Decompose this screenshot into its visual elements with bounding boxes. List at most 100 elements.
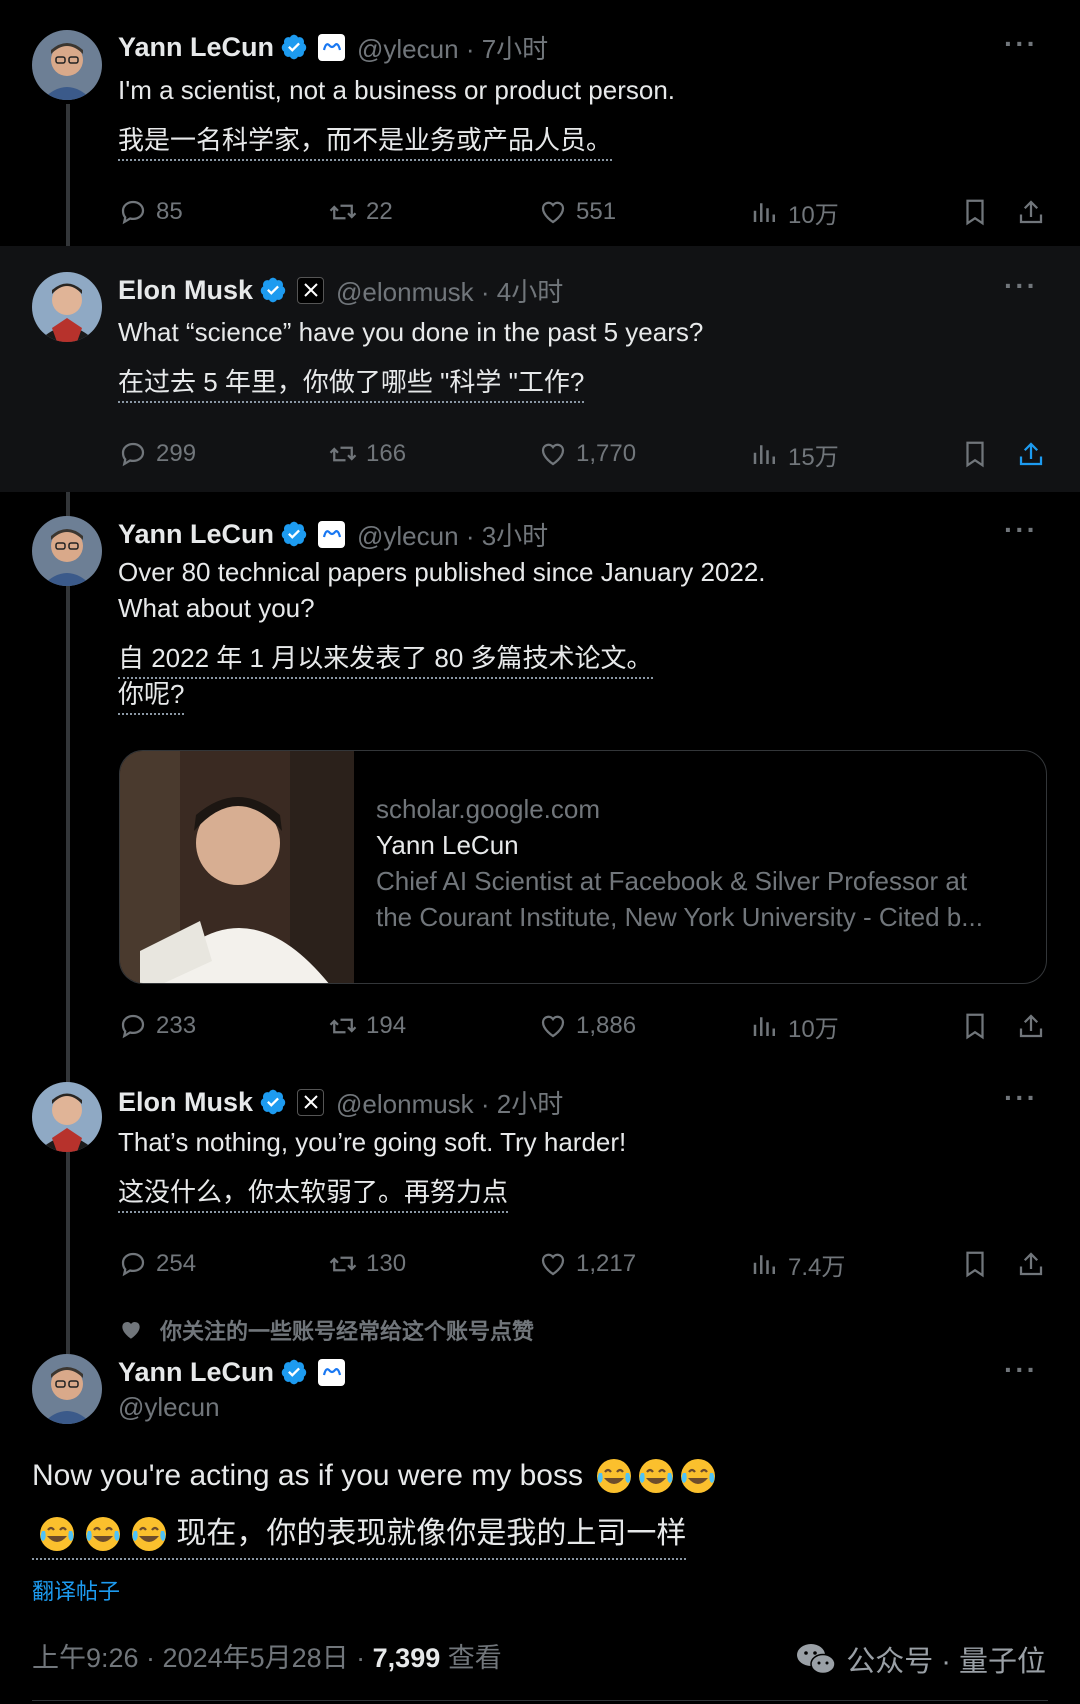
author-handle-time[interactable]: @ylecun · 7小时 [357,29,548,66]
tweet-actions: 85 22 551 10万 [118,192,1048,232]
reply-button[interactable]: 254 [118,1244,196,1284]
tweet-header: Yann LeCun @ylecun · 7小时 [118,27,548,67]
views-button[interactable]: 7.4万 [750,1244,845,1284]
translate-post-link[interactable]: 翻译帖子 [32,1574,120,1606]
x-logo-icon[interactable] [297,276,325,304]
tweet-text: That’s nothing, you’re going soft. Try h… [118,1127,627,1157]
main-tweet-translation: 现在，你的表现就像你是我的上司一样 [32,1512,687,1560]
like-button[interactable]: 1,770 [538,434,636,474]
share-icon[interactable] [1016,192,1046,232]
author-handle-time[interactable]: @elonmusk · 4小时 [336,272,563,309]
views-count: 7,399 [372,1643,441,1673]
author-name[interactable]: Yann LeCun [118,519,274,550]
tears-of-joy-emoji-icon [38,1515,76,1553]
link-title: Yann LeCun [376,830,519,860]
wechat-icon [797,1644,836,1675]
main-tweet-text: Now you're acting as if you were my boss [32,1454,717,1498]
link-description: the Courant Institute, New York Universi… [376,902,983,932]
tears-of-joy-emoji-icon [637,1457,675,1495]
more-options-icon[interactable]: ··· [1004,1082,1038,1114]
tweet-text: What “science” have you done in the past… [118,317,704,347]
avatar[interactable] [32,1082,102,1152]
verified-badge-icon [259,1088,287,1116]
author-name[interactable]: Yann LeCun [118,32,274,63]
verified-badge-icon [280,33,308,61]
author-handle-time[interactable]: @elonmusk · 2小时 [336,1084,563,1121]
verified-badge-icon [280,520,308,548]
post-meta: 上午9:26 · 2024年5月28日 · 7,399 查看 [32,1636,502,1675]
link-preview-image [120,751,354,983]
social-context: 你关注的一些账号经常给这个账号点赞 [118,1314,534,1346]
meta-logo-icon[interactable] [318,520,346,548]
views-button[interactable]: 10万 [750,1006,839,1046]
author-handle-time[interactable]: @ylecun · 3小时 [357,516,548,553]
tears-of-joy-emoji-icon [595,1457,633,1495]
bookmark-icon[interactable] [960,1006,990,1046]
tweet-translation: 自 2022 年 1 月以来发表了 80 多篇技术论文。 你呢? [118,640,653,715]
link-domain: scholar.google.com [376,794,601,824]
link-preview-body: scholar.google.com Yann LeCun Chief AI S… [354,751,983,983]
more-options-icon[interactable]: ··· [1004,28,1038,60]
tweet[interactable]: Elon Musk @elonmusk · 2小时 ··· That’s not… [0,1062,1080,1302]
like-button[interactable]: 1,886 [538,1006,636,1046]
tweet-translation: 这没什么，你太软弱了。再努力点 [118,1174,509,1213]
tweet-header: Elon Musk @elonmusk · 4小时 [118,270,563,310]
tweet-translation: 在过去 5 年里，你做了哪些 "科学 "工作? [118,364,585,403]
tears-of-joy-emoji-icon [679,1457,717,1495]
retweet-button[interactable]: 194 [328,1006,406,1046]
meta-logo-icon[interactable] [318,33,346,61]
like-button[interactable]: 1,217 [538,1244,636,1284]
bookmark-icon[interactable] [960,1244,990,1284]
more-options-icon[interactable]: ··· [1004,514,1038,546]
author-name[interactable]: Elon Musk [118,1087,253,1118]
more-options-icon[interactable]: ··· [1004,1354,1038,1386]
retweet-button[interactable]: 22 [328,192,393,232]
main-tweet-header: Yann LeCun [118,1352,346,1392]
share-icon[interactable] [1016,1244,1046,1284]
avatar[interactable] [32,30,102,100]
views-button[interactable]: 10万 [750,192,839,232]
retweet-button[interactable]: 166 [328,434,406,474]
share-icon[interactable] [1016,434,1046,474]
avatar[interactable] [32,1354,102,1424]
share-icon[interactable] [1016,1006,1046,1046]
more-options-icon[interactable]: ··· [1004,270,1038,302]
link-preview-card[interactable]: scholar.google.com Yann LeCun Chief AI S… [119,750,1047,984]
tears-of-joy-emoji-icon [130,1515,168,1553]
reply-button[interactable]: 233 [118,1006,196,1046]
tweet[interactable]: Yann LeCun @ylecun · 7小时 ··· I'm a scien… [0,0,1080,246]
bookmark-icon[interactable] [960,192,990,232]
avatar[interactable] [32,516,102,586]
verified-badge-icon [280,1358,308,1386]
author-name[interactable]: Yann LeCun [118,1357,274,1388]
tweet[interactable]: Elon Musk @elonmusk · 4小时 ··· What “scie… [0,246,1080,492]
watermark: 公众号 · 量子位 [796,1638,1046,1680]
reply-button[interactable]: 299 [118,434,196,474]
retweet-button[interactable]: 130 [328,1244,406,1284]
tweet-translation: 我是一名科学家，而不是业务或产品人员。 [118,122,613,161]
tears-of-joy-emoji-icon [84,1515,122,1553]
tweet-header: Yann LeCun @ylecun · 3小时 [118,514,548,554]
avatar[interactable] [32,272,102,342]
tweet-actions: 299 166 1,770 15万 [118,434,1048,474]
like-button[interactable]: 551 [538,192,616,232]
author-name[interactable]: Elon Musk [118,275,253,306]
heart-icon [122,1322,140,1339]
tweet-header: Elon Musk @elonmusk · 2小时 [118,1082,563,1122]
tweet-text: Over 80 technical papers published since… [118,557,766,623]
views-button[interactable]: 15万 [750,434,839,474]
x-logo-icon[interactable] [297,1088,325,1116]
views-label: 查看 [440,1643,502,1673]
bookmark-icon[interactable] [960,434,990,474]
link-description: Chief AI Scientist at Facebook & Silver … [376,866,968,896]
divider [32,1700,1048,1701]
verified-badge-icon [259,276,287,304]
tweet-actions: 233 194 1,886 10万 [118,1006,1048,1046]
reply-button[interactable]: 85 [118,192,183,232]
tweet-actions: 254 130 1,217 7.4万 [118,1244,1048,1284]
tweet-text: I'm a scientist, not a business or produ… [118,75,676,105]
post-timestamp[interactable]: 上午9:26 · 2024年5月28日 · [32,1643,373,1673]
author-handle[interactable]: @ylecun [118,1392,220,1423]
tweet[interactable]: Yann LeCun @ylecun · 3小时 ··· Over 80 tec… [0,492,1080,1062]
meta-logo-icon[interactable] [318,1358,346,1386]
